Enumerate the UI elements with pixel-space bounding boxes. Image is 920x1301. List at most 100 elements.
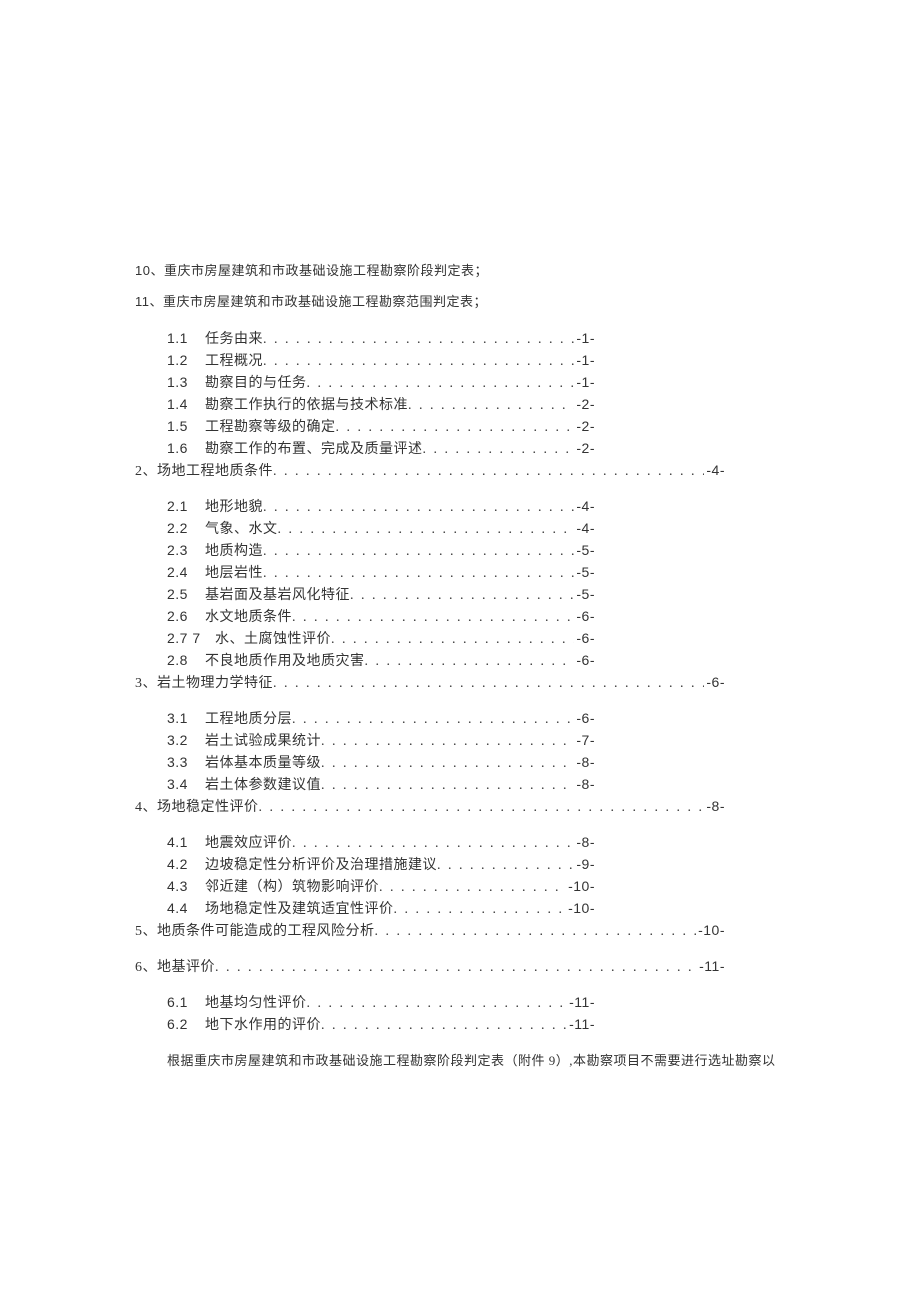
toc-leader-dots — [263, 497, 574, 518]
toc-entry-title: 气象、水文 — [205, 519, 278, 540]
toc-entry: 2.3地质构造-5- — [135, 540, 595, 562]
toc-entry-number: 4.4 — [167, 898, 205, 919]
toc-leader-dots — [321, 731, 574, 752]
toc-leader-dots — [259, 797, 705, 818]
toc-entry-number: 2.4 — [167, 562, 205, 583]
toc-group: 2.1地形地貌-4-2.2气象、水文-4-2.3地质构造-5-2.4地层岩性-5… — [135, 496, 785, 694]
toc-leader-dots — [321, 1015, 567, 1036]
toc-leader-dots — [273, 461, 704, 482]
toc-entry: 1.1任务由来-1- — [135, 328, 595, 350]
toc-entry-number: 4.1 — [167, 832, 205, 853]
toc-entry-number: 6.2 — [167, 1014, 205, 1035]
toc-entry-title: 岩体基本质量等级 — [205, 753, 321, 774]
toc-entry-title: 地形地貌 — [205, 497, 263, 518]
intro-lines: 10、重庆市房屋建筑和市政基础设施工程勘察阶段判定表； 11、重庆市房屋建筑和市… — [135, 260, 785, 310]
toc-section-page: -11- — [697, 956, 725, 977]
toc-entry-page: -11- — [567, 992, 595, 1013]
toc-group: 3.1工程地质分层-6-3.2岩土试验成果统计-7-3.3岩体基本质量等级-8-… — [135, 708, 785, 818]
toc-entry: 6.2地下水作用的评价-11- — [135, 1014, 595, 1036]
toc-entry-page: -11- — [567, 1014, 595, 1035]
toc-entry-number: 1.4 — [167, 394, 205, 415]
toc-leader-dots — [365, 651, 575, 672]
toc-entry: 2.5基岩面及基岩风化特征-5- — [135, 584, 595, 606]
toc-leader-dots — [215, 957, 697, 978]
toc-leader-dots — [336, 417, 575, 438]
toc-entry-number: 4.2 — [167, 854, 205, 875]
toc-entry-number: 2.2 — [167, 518, 205, 539]
toc-entry-title: 工程地质分层 — [205, 709, 292, 730]
toc-entry-page: -2- — [574, 394, 595, 415]
footnote-text: 根据重庆市房屋建筑和市政基础设施工程勘察阶段判定表（附件 9）,本勘察项目不需要… — [135, 1050, 785, 1069]
toc-section-number: 3、 — [135, 673, 157, 694]
toc-entry-page: -9- — [574, 854, 595, 875]
toc-entry-page: -2- — [574, 438, 595, 459]
toc-leader-dots — [437, 855, 574, 876]
toc-leader-dots — [321, 753, 574, 774]
toc-entry-title: 邻近建（构）筑物影响评价 — [205, 877, 379, 898]
toc-entry-number: 2.3 — [167, 540, 205, 561]
toc-leader-dots — [263, 351, 574, 372]
toc-section-title: 地基评价 — [157, 957, 215, 978]
toc-entry-page: -2- — [574, 416, 595, 437]
toc-entry-title: 岩土体参数建议值 — [205, 775, 321, 796]
table-of-contents: 1.1任务由来-1-1.2工程概况-1-1.3勘察目的与任务-1-1.4勘察工作… — [135, 328, 785, 1036]
toc-leader-dots — [375, 921, 697, 942]
toc-entry-page: -6- — [574, 708, 595, 729]
toc-entry-number: 4.3 — [167, 876, 205, 897]
toc-entry-page: -5- — [574, 540, 595, 561]
toc-entry: 2.7 7水、土腐蚀性评价-6- — [135, 628, 595, 650]
toc-entry-title: 地基均匀性评价 — [205, 993, 307, 1014]
toc-leader-dots — [321, 775, 574, 796]
toc-entry: 4.4场地稳定性及建筑适宜性评价-10- — [135, 898, 595, 920]
toc-leader-dots — [292, 833, 574, 854]
toc-entry-page: -6- — [574, 628, 595, 649]
toc-section-title: 岩土物理力学特征 — [157, 673, 273, 694]
toc-entry-title: 勘察工作执行的依据与技术标准 — [205, 395, 408, 416]
toc-leader-dots — [263, 563, 574, 584]
toc-leader-dots — [278, 519, 575, 540]
toc-entry-title: 工程概况 — [205, 351, 263, 372]
toc-leader-dots — [307, 373, 575, 394]
toc-entry-title: 勘察工作的布置、完成及质量评述 — [205, 439, 423, 460]
intro-text: 重庆市房屋建筑和市政基础设施工程勘察阶段判定表； — [164, 263, 488, 278]
toc-section-title: 地质条件可能造成的工程风险分析 — [157, 921, 375, 942]
toc-entry: 4.3邻近建（构）筑物影响评价-10- — [135, 876, 595, 898]
toc-entry-title: 边坡稳定性分析评价及治理措施建议 — [205, 855, 437, 876]
toc-entry-title: 基岩面及基岩风化特征 — [205, 585, 350, 606]
toc-entry-number: 2.5 — [167, 584, 205, 605]
toc-entry: 1.5工程勘察等级的确定-2- — [135, 416, 595, 438]
toc-entry-page: -8- — [574, 752, 595, 773]
toc-entry: 2.6水文地质条件-6- — [135, 606, 595, 628]
toc-section-title: 场地工程地质条件 — [157, 461, 273, 482]
toc-entry-page: -6- — [574, 650, 595, 671]
toc-entry-page: -1- — [574, 372, 595, 393]
toc-section: 6、地基评价-11- — [135, 956, 725, 978]
toc-leader-dots — [292, 709, 574, 730]
toc-leader-dots — [263, 541, 574, 562]
toc-section-number: 5、 — [135, 921, 157, 942]
toc-entry: 2.2气象、水文-4- — [135, 518, 595, 540]
toc-entry-page: -8- — [574, 774, 595, 795]
toc-section-page: -4- — [704, 460, 725, 481]
toc-entry: 1.6勘察工作的布置、完成及质量评述-2- — [135, 438, 595, 460]
toc-section: 4、场地稳定性评价-8- — [135, 796, 725, 818]
toc-leader-dots — [307, 993, 568, 1014]
toc-section: 2、场地工程地质条件-4- — [135, 460, 725, 482]
toc-group: 6、地基评价-11- — [135, 956, 785, 978]
toc-entry: 2.8不良地质作用及地质灾害-6- — [135, 650, 595, 672]
toc-leader-dots — [350, 585, 574, 606]
toc-entry-title: 勘察目的与任务 — [205, 373, 307, 394]
toc-entry-title: 工程勘察等级的确定 — [205, 417, 336, 438]
toc-entry-page: -4- — [574, 496, 595, 517]
toc-entry-page: -6- — [574, 606, 595, 627]
intro-line-11: 11、重庆市房屋建筑和市政基础设施工程勘察范围判定表； — [135, 291, 785, 310]
intro-text: 重庆市房屋建筑和市政基础设施工程勘察范围判定表； — [163, 294, 487, 309]
intro-num: 11、 — [135, 294, 163, 309]
toc-section-title: 场地稳定性评价 — [157, 797, 259, 818]
toc-entry-page: -1- — [574, 350, 595, 371]
toc-entry: 3.3岩体基本质量等级-8- — [135, 752, 595, 774]
toc-section-page: -8- — [704, 796, 725, 817]
toc-leader-dots — [408, 395, 574, 416]
toc-leader-dots — [273, 673, 704, 694]
toc-leader-dots — [423, 439, 575, 460]
